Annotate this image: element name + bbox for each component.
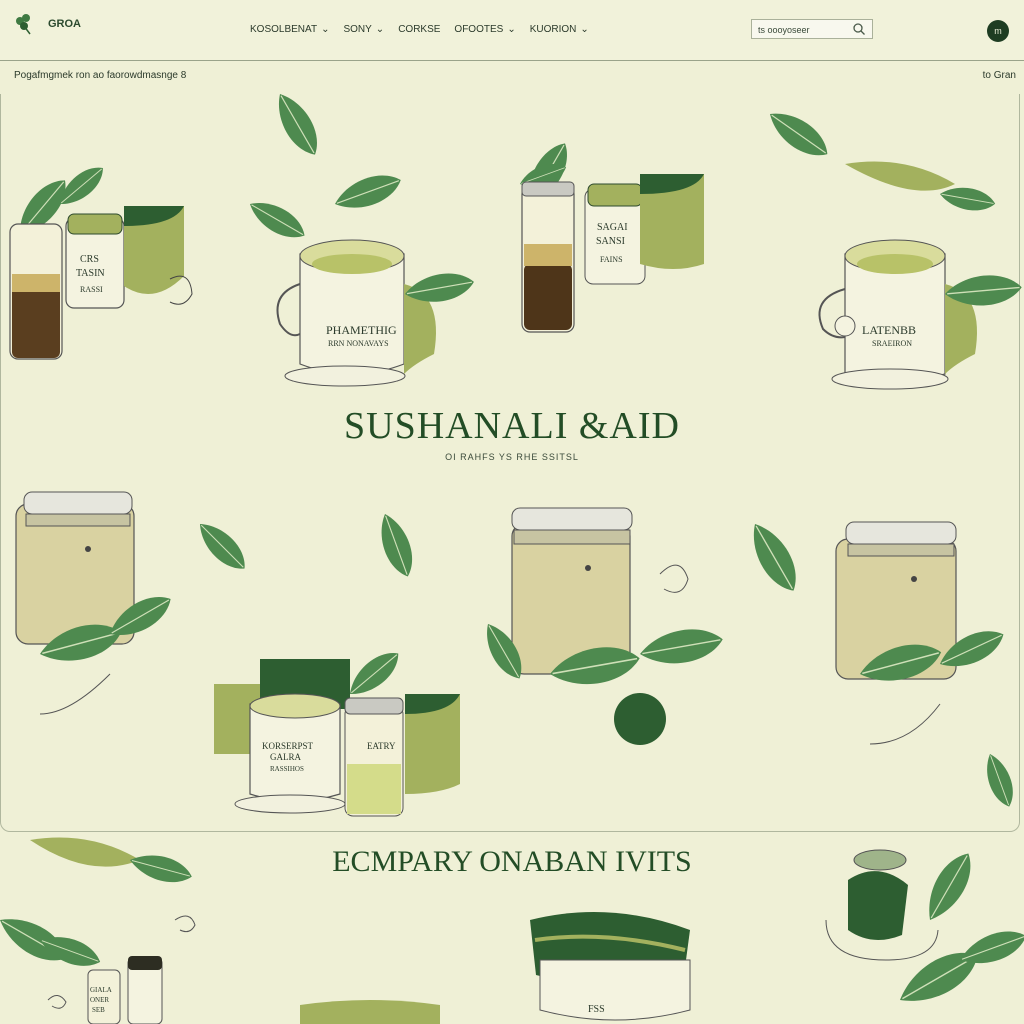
nav-item-4-label: OFOOTES xyxy=(454,24,504,35)
mug1-label-2: RRN NONAVAYS xyxy=(328,339,389,348)
mug1-label-1: PHAMETHIG xyxy=(326,323,397,337)
leaf-group-right-edge xyxy=(979,749,1020,811)
breadcrumb: Pogafmgmek ron ao faorowdmasnge 8 xyxy=(14,70,186,81)
bottom-right-group xyxy=(825,845,1024,1016)
logo[interactable]: GROA xyxy=(14,12,81,36)
jar-group-top-right-center: SAGAI SANSI FAINS xyxy=(516,136,704,333)
nav-item-5-label: KUORION xyxy=(529,24,577,35)
nav-item-3-label: CORKSE xyxy=(398,24,441,35)
breadcrumb-text: Pogafmgmek ron ao faorowdmasnge xyxy=(14,70,178,81)
small-label-1: GIALA xyxy=(90,986,112,994)
leaf-logo-icon xyxy=(16,14,31,35)
jar1-label-2: TASIN xyxy=(76,268,105,279)
nav-item-5[interactable]: KUORION ⌄ xyxy=(530,24,589,35)
brand-name: GROA xyxy=(48,18,81,30)
jar1-label-1: CRS xyxy=(80,254,99,265)
mug3-label-1: KORSERPST xyxy=(262,741,314,751)
top-navigation-bar: GROA KOSOLBENAT ⌄ SONY ⌄ CORKSE OFOOTES ⌄ K… xyxy=(0,0,1024,61)
nav-item-2-label: SONY xyxy=(343,24,372,35)
chevron-down-icon: ⌄ xyxy=(580,24,589,35)
nav-item-4[interactable]: OFOOTES ⌄ xyxy=(454,24,515,35)
nav-item-1[interactable]: KOSOLBENAT ⌄ xyxy=(250,24,329,35)
nav-item-3[interactable]: CORKSE xyxy=(398,24,440,35)
mug-group-lower-center: KORSERPST GALRA RASSIHOS EATRY xyxy=(214,643,460,817)
search-icon[interactable] xyxy=(852,22,866,36)
mug3-label-3: RASSIHOS xyxy=(270,765,304,773)
bottom-left-group: GIALA ONER SEB xyxy=(0,837,196,1024)
mug2-label-2: SRAEIRON xyxy=(872,339,912,348)
chevron-down-icon: ⌄ xyxy=(507,24,516,35)
small-label-2: ONER xyxy=(90,996,109,1004)
chevron-down-icon: ⌄ xyxy=(375,24,385,35)
breadcrumb-suffix: 8 xyxy=(180,70,187,81)
hero-title: SUSHANALI &AID xyxy=(344,405,680,447)
avatar-text: m xyxy=(994,26,1002,36)
mug2-label-1: LATENBB xyxy=(862,323,916,337)
hero-illustration: CRS TASIN RASSI PHAMETHIG RRN NONAVAYS S… xyxy=(9,94,1024,817)
search-box xyxy=(751,19,873,39)
jar-group-middle-right xyxy=(741,515,1010,745)
nav-item-2[interactable]: SONY ⌄ xyxy=(343,24,384,35)
chevron-down-icon: ⌄ xyxy=(321,24,330,35)
jar3-label-1: EATRY xyxy=(367,741,396,751)
nav-item-1-label: KOSOLBENAT xyxy=(250,24,318,35)
jar-group-top-left: CRS TASIN RASSI xyxy=(9,159,193,360)
jar2-label-3: FAINS xyxy=(600,255,623,264)
hero-subtitle: OI RAHFS YS RHE SSITSL xyxy=(445,452,579,462)
bowl-label: FSS xyxy=(588,1004,605,1015)
jar2-label-2: SANSI xyxy=(596,236,625,247)
avatar[interactable]: m xyxy=(987,20,1009,42)
mug3-label-2: GALRA xyxy=(270,752,301,762)
mug-group-top-right: LATENBB SRAEIRON xyxy=(761,102,1024,390)
mug-group-top-center: PHAMETHIG RRN NONAVAYS xyxy=(243,94,477,387)
small-label-3: SEB xyxy=(92,1006,105,1014)
bottom-illustration: GIALA ONER SEB FSS xyxy=(0,837,1024,1024)
jar2-label-1: SAGAI xyxy=(597,222,628,233)
bottom-center-bowl: FSS xyxy=(300,912,691,1024)
search-input[interactable] xyxy=(752,21,860,39)
main-nav: KOSOLBENAT ⌄ SONY ⌄ CORKSE OFOOTES ⌄ KUORIO… xyxy=(250,24,589,35)
sub-header: Pogafmgmek ron ao faorowdmasnge 8 to Gra… xyxy=(0,60,1024,94)
header-right-link[interactable]: to Gran xyxy=(983,70,1016,81)
jar-group-middle-center xyxy=(476,507,727,745)
jar1-label-3: RASSI xyxy=(80,285,103,294)
